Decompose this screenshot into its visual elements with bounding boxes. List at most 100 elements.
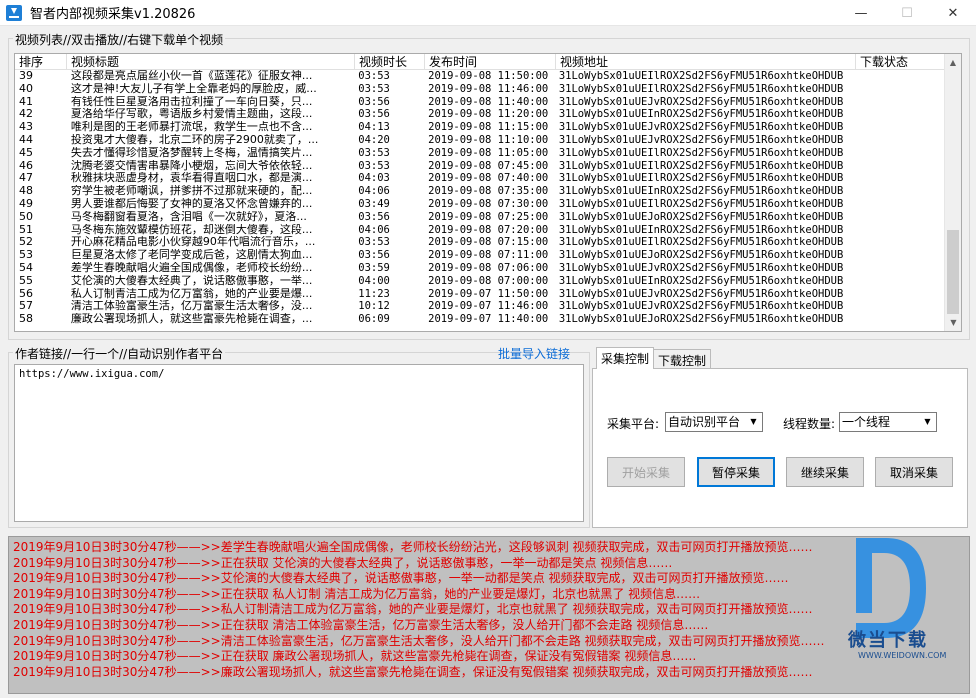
- column-header-url[interactable]: 视频地址: [556, 54, 856, 69]
- row-duration-cell: 03:56: [358, 249, 390, 262]
- column-header-duration[interactable]: 视频时长: [355, 54, 425, 69]
- table-row[interactable]: 54 差学生春晚献唱火遍全国成偶像，老师校长纷纷... 03:59 2019-09-0…: [15, 262, 944, 275]
- list-scrollbar[interactable]: ▲ ▼: [944, 54, 961, 331]
- row-index-cell: 46: [19, 159, 33, 172]
- minimize-button[interactable]: —: [838, 0, 884, 26]
- row-url-cell: 31LoWybSx01uUEInROX2Sd2FS6yFMU51R6oxhtke…: [558, 274, 844, 287]
- platform-select[interactable]: 自动识别平台 ▼: [665, 412, 763, 432]
- chevron-down-icon: ▼: [924, 417, 931, 426]
- control-tabs: 采集控制 下载控制: [596, 347, 712, 369]
- row-title-cell: 私人订制青洁工成为亿万富翁，她的产业要是爆...: [70, 287, 313, 300]
- row-date-cell: 2019-09-08 07:40:00: [428, 172, 549, 185]
- tab-collect-control[interactable]: 采集控制: [596, 347, 655, 369]
- row-duration-cell: 04:13: [358, 121, 390, 134]
- column-header-index[interactable]: 排序: [15, 54, 67, 69]
- row-title-cell: 唯利是图的王老师暴打流氓，救学生一点也不含...: [70, 121, 313, 134]
- maximize-button[interactable]: ☐: [884, 0, 930, 26]
- table-row[interactable]: 53 巨星夏洛太修了老同学变成后爸，这剧情太狗血... 03:56 2019-09-0…: [15, 249, 944, 262]
- table-row[interactable]: 40 这才是神!大友儿子有学上全靠老妈的厚脸皮，威... 03:53 2019-09-…: [15, 83, 944, 96]
- table-row[interactable]: 51 马冬梅东施效颦模仿班花，却迷倒大傻春，这段... 04:06 2019-09-0…: [15, 224, 944, 237]
- table-row[interactable]: 57 清洁工体验富豪生活，亿万富豪生活太奢侈，没... 10:12 2019-09-0…: [15, 300, 944, 313]
- author-links-textarea[interactable]: https://www.ixigua.com/: [14, 364, 584, 522]
- window-title: 智者内部视频采集v1.20826: [30, 7, 196, 22]
- row-url-cell: 31LoWybSx01uUEJvROX2Sd2FS6yFMU51R6oxhtke…: [558, 95, 844, 108]
- row-url-cell: 31LoWybSx01uUEJoROX2Sd2FS6yFMU51R6oxhtke…: [558, 210, 844, 223]
- log-line: 2019年9月10日3时30分47秒——>>艾伦演的大傻春太经典了，说话憨傲事憨…: [13, 571, 789, 586]
- row-title-cell: 男人要谁都后悔娶了女神的夏洛又怀念曾嫌弃的...: [70, 197, 313, 210]
- row-index-cell: 53: [19, 249, 33, 262]
- table-row[interactable]: 46 沈腾老婆交情害串暴降小梗烟，忘间大爷依依轻... 03:53 2019-09-0…: [15, 160, 944, 173]
- row-duration-cell: 03:53: [358, 70, 390, 82]
- scroll-thumb[interactable]: [947, 230, 959, 314]
- row-date-cell: 2019-09-08 11:05:00: [428, 146, 549, 159]
- download-app-icon: [6, 4, 22, 21]
- row-index-cell: 57: [19, 300, 33, 313]
- table-row[interactable]: 39 这段都是亮点届丝小伙一首《蓝莲花》征服女神... 03:53 2019-09-0…: [15, 70, 944, 83]
- table-row[interactable]: 45 失去才懂得珍惜夏洛梦醒转上冬梅，温情搞笑片... 03:53 2019-09-0…: [15, 147, 944, 160]
- row-date-cell: 2019-09-08 07:06:00: [428, 261, 549, 274]
- log-line: 2019年9月10日3时30分47秒——>>正在获取 廉政公署现场抓人，就这些富…: [13, 649, 697, 664]
- row-index-cell: 49: [19, 197, 33, 210]
- title-bar: 智者内部视频采集v1.20826 — ☐ ✕: [0, 0, 976, 26]
- log-output[interactable]: 2019年9月10日3时30分47秒——>>差学生春晚献唱火遍全国成偶像，老师校…: [8, 536, 970, 694]
- row-title-cell: 秋雅抹块恶虚身材，袁华看得直咽口水，都是演...: [70, 172, 313, 185]
- column-header-status[interactable]: 下载状态: [856, 54, 946, 69]
- threads-select[interactable]: 一个线程 ▼: [839, 412, 937, 432]
- author-link-group-label: 作者链接//一行一个//自动识别作者平台: [13, 345, 226, 362]
- table-row[interactable]: 52 开心麻花精品电影小伙穿越90年代唱流行音乐，... 03:53 2019-09-…: [15, 236, 944, 249]
- row-duration-cell: 06:09: [358, 313, 390, 326]
- row-date-cell: 2019-09-08 07:25:00: [428, 210, 549, 223]
- row-index-cell: 58: [19, 313, 33, 326]
- start-collect-button[interactable]: 开始采集: [607, 457, 685, 487]
- resume-collect-button[interactable]: 继续采集: [786, 457, 864, 487]
- video-list-group-label: 视频列表//双击播放//右键下载单个视频: [13, 31, 226, 48]
- row-index-cell: 50: [19, 210, 33, 223]
- tab-download-control[interactable]: 下载控制: [653, 349, 712, 369]
- log-line: 2019年9月10日3时30分47秒——>>私人订制清洁工成为亿万富翁，她的产业…: [13, 602, 813, 617]
- table-row[interactable]: 47 秋雅抹块恶虚身材，袁华看得直咽口水，都是演... 04:03 2019-09-0…: [15, 172, 944, 185]
- row-title-cell: 这段都是亮点届丝小伙一首《蓝莲花》征服女神...: [70, 70, 313, 82]
- video-list-view[interactable]: 排序 视频标题 视频时长 发布时间 视频地址 下载状态 39 这段都是亮点届丝小伙…: [14, 53, 962, 332]
- cancel-collect-button[interactable]: 取消采集: [875, 457, 953, 487]
- row-title-cell: 艾伦演的大傻春太经典了，说话憨傲事憨，一举...: [70, 274, 313, 287]
- row-index-cell: 41: [19, 95, 33, 108]
- collect-control-panel: 采集平台: 自动识别平台 ▼ 线程数量: 一个线程 ▼ 开始采集 暂停采集 继续…: [592, 368, 968, 528]
- log-line: 2019年9月10日3时30分47秒——>>差学生春晚献唱火遍全国成偶像，老师校…: [13, 540, 813, 554]
- batch-import-link[interactable]: 批量导入链接: [498, 345, 570, 362]
- row-title-cell: 差学生春晚献唱火遍全国成偶像，老师校长纷纷...: [70, 261, 313, 274]
- log-line: 2019年9月10日3时30分47秒——>>廉政公署现场抓人，就这些富豪先枪毙在…: [13, 664, 813, 679]
- row-status-cell: [854, 198, 944, 211]
- pause-collect-button[interactable]: 暂停采集: [697, 457, 775, 487]
- table-row[interactable]: 49 男人要谁都后悔娶了女神的夏洛又怀念曾嫌弃的... 03:49 2019-09-0…: [15, 198, 944, 211]
- scroll-up-icon[interactable]: ▲: [945, 54, 961, 71]
- row-duration-cell: 04:00: [358, 274, 390, 287]
- row-url-cell: 31LoWybSx01uUEJoROX2Sd2FS6yFMU51R6oxhtke…: [558, 249, 844, 262]
- row-index-cell: 43: [19, 121, 33, 134]
- row-date-cell: 2019-09-08 07:15:00: [428, 236, 549, 249]
- row-title-cell: 失去才懂得珍惜夏洛梦醒转上冬梅，温情搞笑片...: [70, 146, 313, 159]
- row-date-cell: 2019-09-07 11:40:00: [428, 313, 549, 326]
- row-duration-cell: 03:53: [358, 236, 390, 249]
- row-index-cell: 39: [19, 70, 33, 82]
- table-row[interactable]: 58 廉政公署现场抓人，就这些富豪先枪毙在调查，... 06:09 2019-09-0…: [15, 313, 944, 326]
- table-row[interactable]: 43 唯利是图的王老师暴打流氓，救学生一点也不含... 04:13 2019-09-0…: [15, 121, 944, 134]
- row-status-cell: [854, 121, 944, 134]
- row-date-cell: 2019-09-08 07:30:00: [428, 197, 549, 210]
- close-button[interactable]: ✕: [930, 0, 976, 26]
- chevron-down-icon: ▼: [750, 417, 757, 426]
- column-header-date[interactable]: 发布时间: [425, 54, 556, 69]
- table-row[interactable]: 48 穷学生被老师嘲讽，拼爹拼不过那就来硬的，配... 04:06 2019-09-0…: [15, 185, 944, 198]
- scroll-down-icon[interactable]: ▼: [945, 314, 961, 331]
- table-row[interactable]: 44 投资鬼才大傻春，北京二环的房子2900就卖了，... 04:20 2019-09…: [15, 134, 944, 147]
- row-date-cell: 2019-09-08 11:15:00: [428, 121, 549, 134]
- column-header-title[interactable]: 视频标题: [67, 54, 355, 69]
- table-row[interactable]: 50 马冬梅翻窗看夏洛，含泪唱《一次就好》，夏洛... 03:56 2019-09-0…: [15, 211, 944, 224]
- list-header: 排序 视频标题 视频时长 发布时间 视频地址 下载状态: [15, 54, 961, 70]
- row-duration-cell: 11:23: [358, 287, 390, 300]
- row-title-cell: 开心麻花精品电影小伙穿越90年代唱流行音乐，...: [70, 236, 316, 249]
- table-row[interactable]: 56 私人订制青洁工成为亿万富翁，她的产业要是爆... 11:23 2019-09-0…: [15, 288, 944, 301]
- table-row[interactable]: 41 有钱任性巨星夏洛用击拉利撞了一车向日葵，只... 03:56 2019-09-0…: [15, 96, 944, 109]
- row-date-cell: 2019-09-08 11:20:00: [428, 108, 549, 121]
- table-row[interactable]: 42 夏洛给华仔写歌，粤语版乡村爱情主题曲，这段... 03:56 2019-09-0…: [15, 108, 944, 121]
- table-row[interactable]: 55 艾伦演的大傻春太经典了，说话憨傲事憨，一举... 04:00 2019-09-0…: [15, 275, 944, 288]
